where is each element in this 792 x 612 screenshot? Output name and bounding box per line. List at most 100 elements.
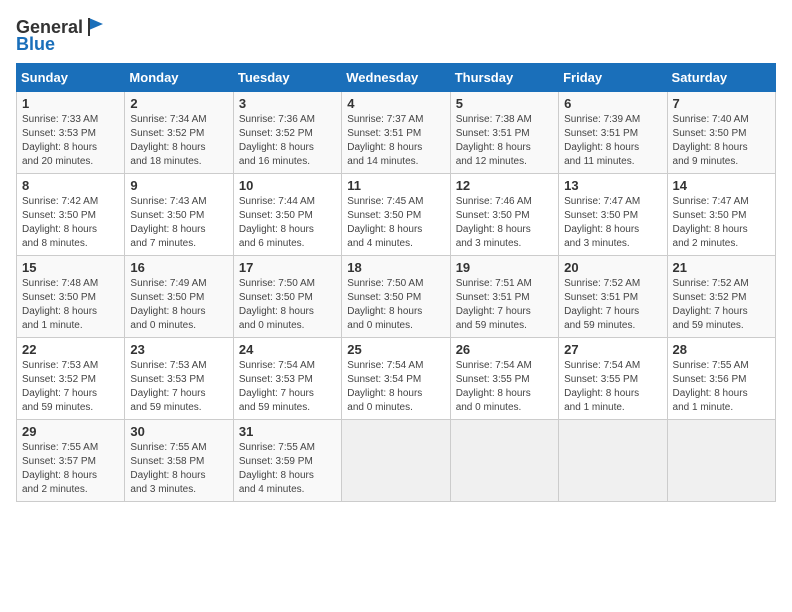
day-info: Sunrise: 7:40 AMSunset: 3:50 PMDaylight:… <box>673 113 770 169</box>
logo-flag-icon <box>85 16 107 38</box>
day-info: Sunrise: 7:55 AMSunset: 3:58 PMDaylight:… <box>130 441 227 497</box>
day-info: Sunrise: 7:42 AMSunset: 3:50 PMDaylight:… <box>22 195 119 251</box>
week-row-0: 1 Sunrise: 7:33 AMSunset: 3:53 PMDaylight… <box>17 92 776 174</box>
day-number: 24 <box>239 342 336 357</box>
day-info: Sunrise: 7:55 AMSunset: 3:56 PMDaylight:… <box>673 359 770 415</box>
calendar-cell: 21 Sunrise: 7:52 AMSunset: 3:52 PMDayligh… <box>667 256 775 338</box>
day-number: 20 <box>564 260 661 275</box>
calendar-cell: 3 Sunrise: 7:36 AMSunset: 3:52 PMDaylight… <box>233 92 341 174</box>
calendar-cell: 7 Sunrise: 7:40 AMSunset: 3:50 PMDaylight… <box>667 92 775 174</box>
header-monday: Monday <box>125 64 233 92</box>
calendar-cell: 6 Sunrise: 7:39 AMSunset: 3:51 PMDaylight… <box>559 92 667 174</box>
header: General Blue <box>16 16 776 55</box>
day-number: 23 <box>130 342 227 357</box>
day-number: 29 <box>22 424 119 439</box>
day-number: 28 <box>673 342 770 357</box>
day-number: 18 <box>347 260 444 275</box>
calendar-cell: 19 Sunrise: 7:51 AMSunset: 3:51 PMDayligh… <box>450 256 558 338</box>
day-number: 25 <box>347 342 444 357</box>
day-number: 12 <box>456 178 553 193</box>
calendar-cell: 12 Sunrise: 7:46 AMSunset: 3:50 PMDayligh… <box>450 174 558 256</box>
day-info: Sunrise: 7:54 AMSunset: 3:54 PMDaylight:… <box>347 359 444 415</box>
day-info: Sunrise: 7:43 AMSunset: 3:50 PMDaylight:… <box>130 195 227 251</box>
calendar-cell <box>559 420 667 502</box>
day-number: 13 <box>564 178 661 193</box>
header-thursday: Thursday <box>450 64 558 92</box>
day-number: 26 <box>456 342 553 357</box>
calendar-cell: 29 Sunrise: 7:55 AMSunset: 3:57 PMDayligh… <box>17 420 125 502</box>
day-info: Sunrise: 7:52 AMSunset: 3:51 PMDaylight:… <box>564 277 661 333</box>
calendar-cell: 9 Sunrise: 7:43 AMSunset: 3:50 PMDaylight… <box>125 174 233 256</box>
week-row-4: 29 Sunrise: 7:55 AMSunset: 3:57 PMDayligh… <box>17 420 776 502</box>
calendar-cell: 13 Sunrise: 7:47 AMSunset: 3:50 PMDayligh… <box>559 174 667 256</box>
day-info: Sunrise: 7:51 AMSunset: 3:51 PMDaylight:… <box>456 277 553 333</box>
day-number: 4 <box>347 96 444 111</box>
calendar-header-row: SundayMondayTuesdayWednesdayThursdayFrid… <box>17 64 776 92</box>
calendar-cell: 5Sunrise: 7:38 AMSunset: 3:51 PMDaylight… <box>450 92 558 174</box>
week-row-3: 22Sunrise: 7:53 AMSunset: 3:52 PMDayligh… <box>17 338 776 420</box>
logo: General Blue <box>16 16 107 55</box>
header-saturday: Saturday <box>667 64 775 92</box>
day-info: Sunrise: 7:33 AMSunset: 3:53 PMDaylight:… <box>22 113 119 169</box>
day-info: Sunrise: 7:54 AMSunset: 3:55 PMDaylight:… <box>456 359 553 415</box>
day-info: Sunrise: 7:54 AMSunset: 3:53 PMDaylight:… <box>239 359 336 415</box>
day-info: Sunrise: 7:36 AMSunset: 3:52 PMDaylight:… <box>239 113 336 169</box>
calendar-cell: 18 Sunrise: 7:50 AMSunset: 3:50 PMDayligh… <box>342 256 450 338</box>
week-row-2: 15Sunrise: 7:48 AMSunset: 3:50 PMDayligh… <box>17 256 776 338</box>
day-number: 21 <box>673 260 770 275</box>
day-number: 27 <box>564 342 661 357</box>
day-number: 10 <box>239 178 336 193</box>
calendar-cell: 17Sunrise: 7:50 AMSunset: 3:50 PMDayligh… <box>233 256 341 338</box>
header-tuesday: Tuesday <box>233 64 341 92</box>
calendar-cell: 26 Sunrise: 7:54 AMSunset: 3:55 PMDayligh… <box>450 338 558 420</box>
day-info: Sunrise: 7:55 AMSunset: 3:57 PMDaylight:… <box>22 441 119 497</box>
calendar-cell: 8 Sunrise: 7:42 AMSunset: 3:50 PMDaylight… <box>17 174 125 256</box>
calendar-cell: 2 Sunrise: 7:34 AMSunset: 3:52 PMDaylight… <box>125 92 233 174</box>
day-number: 14 <box>673 178 770 193</box>
day-info: Sunrise: 7:52 AMSunset: 3:52 PMDaylight:… <box>673 277 770 333</box>
day-number: 9 <box>130 178 227 193</box>
header-sunday: Sunday <box>17 64 125 92</box>
calendar-cell: 11 Sunrise: 7:45 AMSunset: 3:50 PMDayligh… <box>342 174 450 256</box>
day-info: Sunrise: 7:46 AMSunset: 3:50 PMDaylight:… <box>456 195 553 251</box>
calendar-cell: 15Sunrise: 7:48 AMSunset: 3:50 PMDayligh… <box>17 256 125 338</box>
day-info: Sunrise: 7:45 AMSunset: 3:50 PMDaylight:… <box>347 195 444 251</box>
week-row-1: 8 Sunrise: 7:42 AMSunset: 3:50 PMDaylight… <box>17 174 776 256</box>
day-number: 16 <box>130 260 227 275</box>
calendar-cell: 30Sunrise: 7:55 AMSunset: 3:58 PMDayligh… <box>125 420 233 502</box>
day-number: 17 <box>239 260 336 275</box>
day-info: Sunrise: 7:44 AMSunset: 3:50 PMDaylight:… <box>239 195 336 251</box>
day-info: Sunrise: 7:47 AMSunset: 3:50 PMDaylight:… <box>564 195 661 251</box>
day-info: Sunrise: 7:50 AMSunset: 3:50 PMDaylight:… <box>347 277 444 333</box>
day-number: 11 <box>347 178 444 193</box>
day-number: 8 <box>22 178 119 193</box>
calendar-cell <box>667 420 775 502</box>
calendar-cell: 16 Sunrise: 7:49 AMSunset: 3:50 PMDayligh… <box>125 256 233 338</box>
day-info: Sunrise: 7:48 AMSunset: 3:50 PMDaylight:… <box>22 277 119 333</box>
calendar-cell: 28 Sunrise: 7:55 AMSunset: 3:56 PMDayligh… <box>667 338 775 420</box>
calendar-cell: 25 Sunrise: 7:54 AMSunset: 3:54 PMDayligh… <box>342 338 450 420</box>
day-info: Sunrise: 7:39 AMSunset: 3:51 PMDaylight:… <box>564 113 661 169</box>
day-info: Sunrise: 7:49 AMSunset: 3:50 PMDaylight:… <box>130 277 227 333</box>
header-friday: Friday <box>559 64 667 92</box>
day-info: Sunrise: 7:53 AMSunset: 3:52 PMDaylight:… <box>22 359 119 415</box>
header-wednesday: Wednesday <box>342 64 450 92</box>
calendar-cell <box>342 420 450 502</box>
day-number: 6 <box>564 96 661 111</box>
day-number: 3 <box>239 96 336 111</box>
day-info: Sunrise: 7:34 AMSunset: 3:52 PMDaylight:… <box>130 113 227 169</box>
day-number: 1 <box>22 96 119 111</box>
logo-blue-text: Blue <box>16 34 55 55</box>
calendar-cell: 23Sunrise: 7:53 AMSunset: 3:53 PMDayligh… <box>125 338 233 420</box>
day-info: Sunrise: 7:37 AMSunset: 3:51 PMDaylight:… <box>347 113 444 169</box>
day-number: 31 <box>239 424 336 439</box>
calendar-cell: 22Sunrise: 7:53 AMSunset: 3:52 PMDayligh… <box>17 338 125 420</box>
calendar-cell: 31Sunrise: 7:55 AMSunset: 3:59 PMDayligh… <box>233 420 341 502</box>
calendar-table: SundayMondayTuesdayWednesdayThursdayFrid… <box>16 63 776 502</box>
day-number: 7 <box>673 96 770 111</box>
calendar-cell <box>450 420 558 502</box>
calendar-cell: 14Sunrise: 7:47 AMSunset: 3:50 PMDayligh… <box>667 174 775 256</box>
day-number: 19 <box>456 260 553 275</box>
day-info: Sunrise: 7:54 AMSunset: 3:55 PMDaylight:… <box>564 359 661 415</box>
day-number: 2 <box>130 96 227 111</box>
